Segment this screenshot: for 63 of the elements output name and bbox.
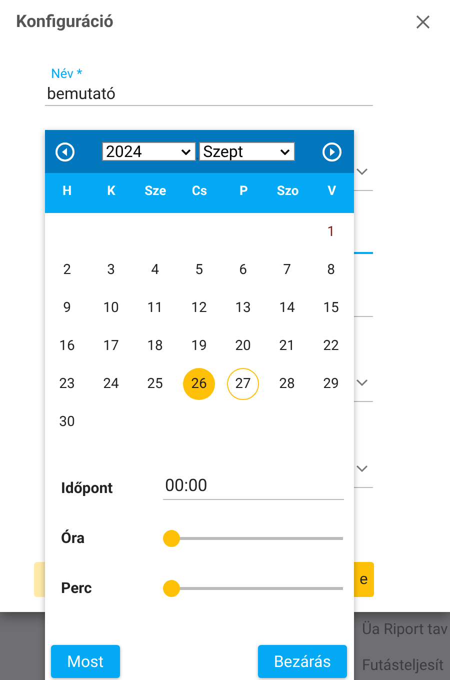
calendar-day[interactable]: 12 <box>183 292 215 324</box>
calendar-day[interactable]: 26 <box>183 368 215 400</box>
left-arrow-circle-icon <box>55 142 75 162</box>
time-label: Időpont <box>61 479 114 497</box>
calendar-day[interactable]: 17 <box>95 330 127 362</box>
calendar-day[interactable]: 14 <box>271 292 303 324</box>
weekday-label: K <box>106 184 116 198</box>
field-value: bemutató <box>46 84 116 103</box>
separator-text: . <box>196 149 200 161</box>
calendar-day[interactable]: 3 <box>95 254 127 286</box>
calendar-day[interactable]: 18 <box>139 330 171 362</box>
close-icon <box>416 15 430 29</box>
right-arrow-circle-icon <box>322 142 342 162</box>
time-field[interactable]: 00:00 <box>163 476 344 500</box>
slider-thumb[interactable] <box>163 530 180 546</box>
calendar-day[interactable]: 9 <box>51 292 83 324</box>
calendar-day[interactable]: 2 <box>51 254 83 286</box>
calendar-day[interactable]: 10 <box>95 292 127 324</box>
weekday-label: Cs <box>190 184 208 198</box>
calendar-day[interactable]: 25 <box>139 368 171 400</box>
chevron-down-icon <box>356 379 368 387</box>
calendar-day[interactable]: 29 <box>315 368 347 400</box>
next-month-button[interactable] <box>322 142 342 162</box>
calendar-day[interactable]: 15 <box>315 292 347 324</box>
field-label: Név * <box>50 67 84 82</box>
calendar-day[interactable]: 19 <box>183 330 215 362</box>
calendar-day[interactable]: 4 <box>139 254 171 286</box>
slider[interactable] <box>163 530 343 546</box>
calendar-day[interactable]: 5 <box>183 254 215 286</box>
calendar-day[interactable]: 24 <box>95 368 127 400</box>
calendar-day[interactable]: 1 <box>315 216 347 248</box>
month-select[interactable]: Szept <box>199 142 296 161</box>
chevron-down-icon <box>356 465 368 473</box>
calendar-day[interactable]: 27 <box>227 368 259 400</box>
previous-month-button[interactable] <box>55 142 75 162</box>
calendar-day[interactable]: 6 <box>227 254 259 286</box>
calendar-day[interactable]: 21 <box>271 330 303 362</box>
weekday-label: H <box>61 184 73 198</box>
chevron-down-icon <box>356 168 368 176</box>
calendar-day[interactable]: 23 <box>51 368 83 400</box>
weekday-label: Sze <box>144 184 168 198</box>
calendar-day[interactable]: 16 <box>51 330 83 362</box>
name-field[interactable]: Név * bemutató <box>45 67 373 106</box>
calendar-day[interactable]: 7 <box>271 254 303 286</box>
calendar-day[interactable]: 20 <box>227 330 259 362</box>
slider-label: Perc <box>61 579 93 597</box>
calendar-day[interactable]: 11 <box>139 292 171 324</box>
calendar-day[interactable]: 30 <box>51 406 83 438</box>
year-select[interactable]: 2024 <box>102 142 196 161</box>
chevron-down-icon <box>180 148 191 154</box>
weekday-label: Szo <box>276 184 300 198</box>
calendar-day[interactable]: 28 <box>271 368 303 400</box>
slider-thumb[interactable] <box>163 580 180 596</box>
weekday-label: P <box>238 184 249 198</box>
chevron-down-icon <box>280 148 290 154</box>
calendar-day[interactable]: 13 <box>227 292 259 324</box>
calendar-day[interactable]: 22 <box>315 330 347 362</box>
close-button[interactable] <box>416 15 430 29</box>
slider-label: Óra <box>61 529 86 547</box>
calendar-day[interactable]: 8 <box>315 254 347 286</box>
dialog-title: Konfiguráció <box>16 12 114 32</box>
slider[interactable] <box>163 580 343 596</box>
weekday-label: V <box>326 184 338 198</box>
